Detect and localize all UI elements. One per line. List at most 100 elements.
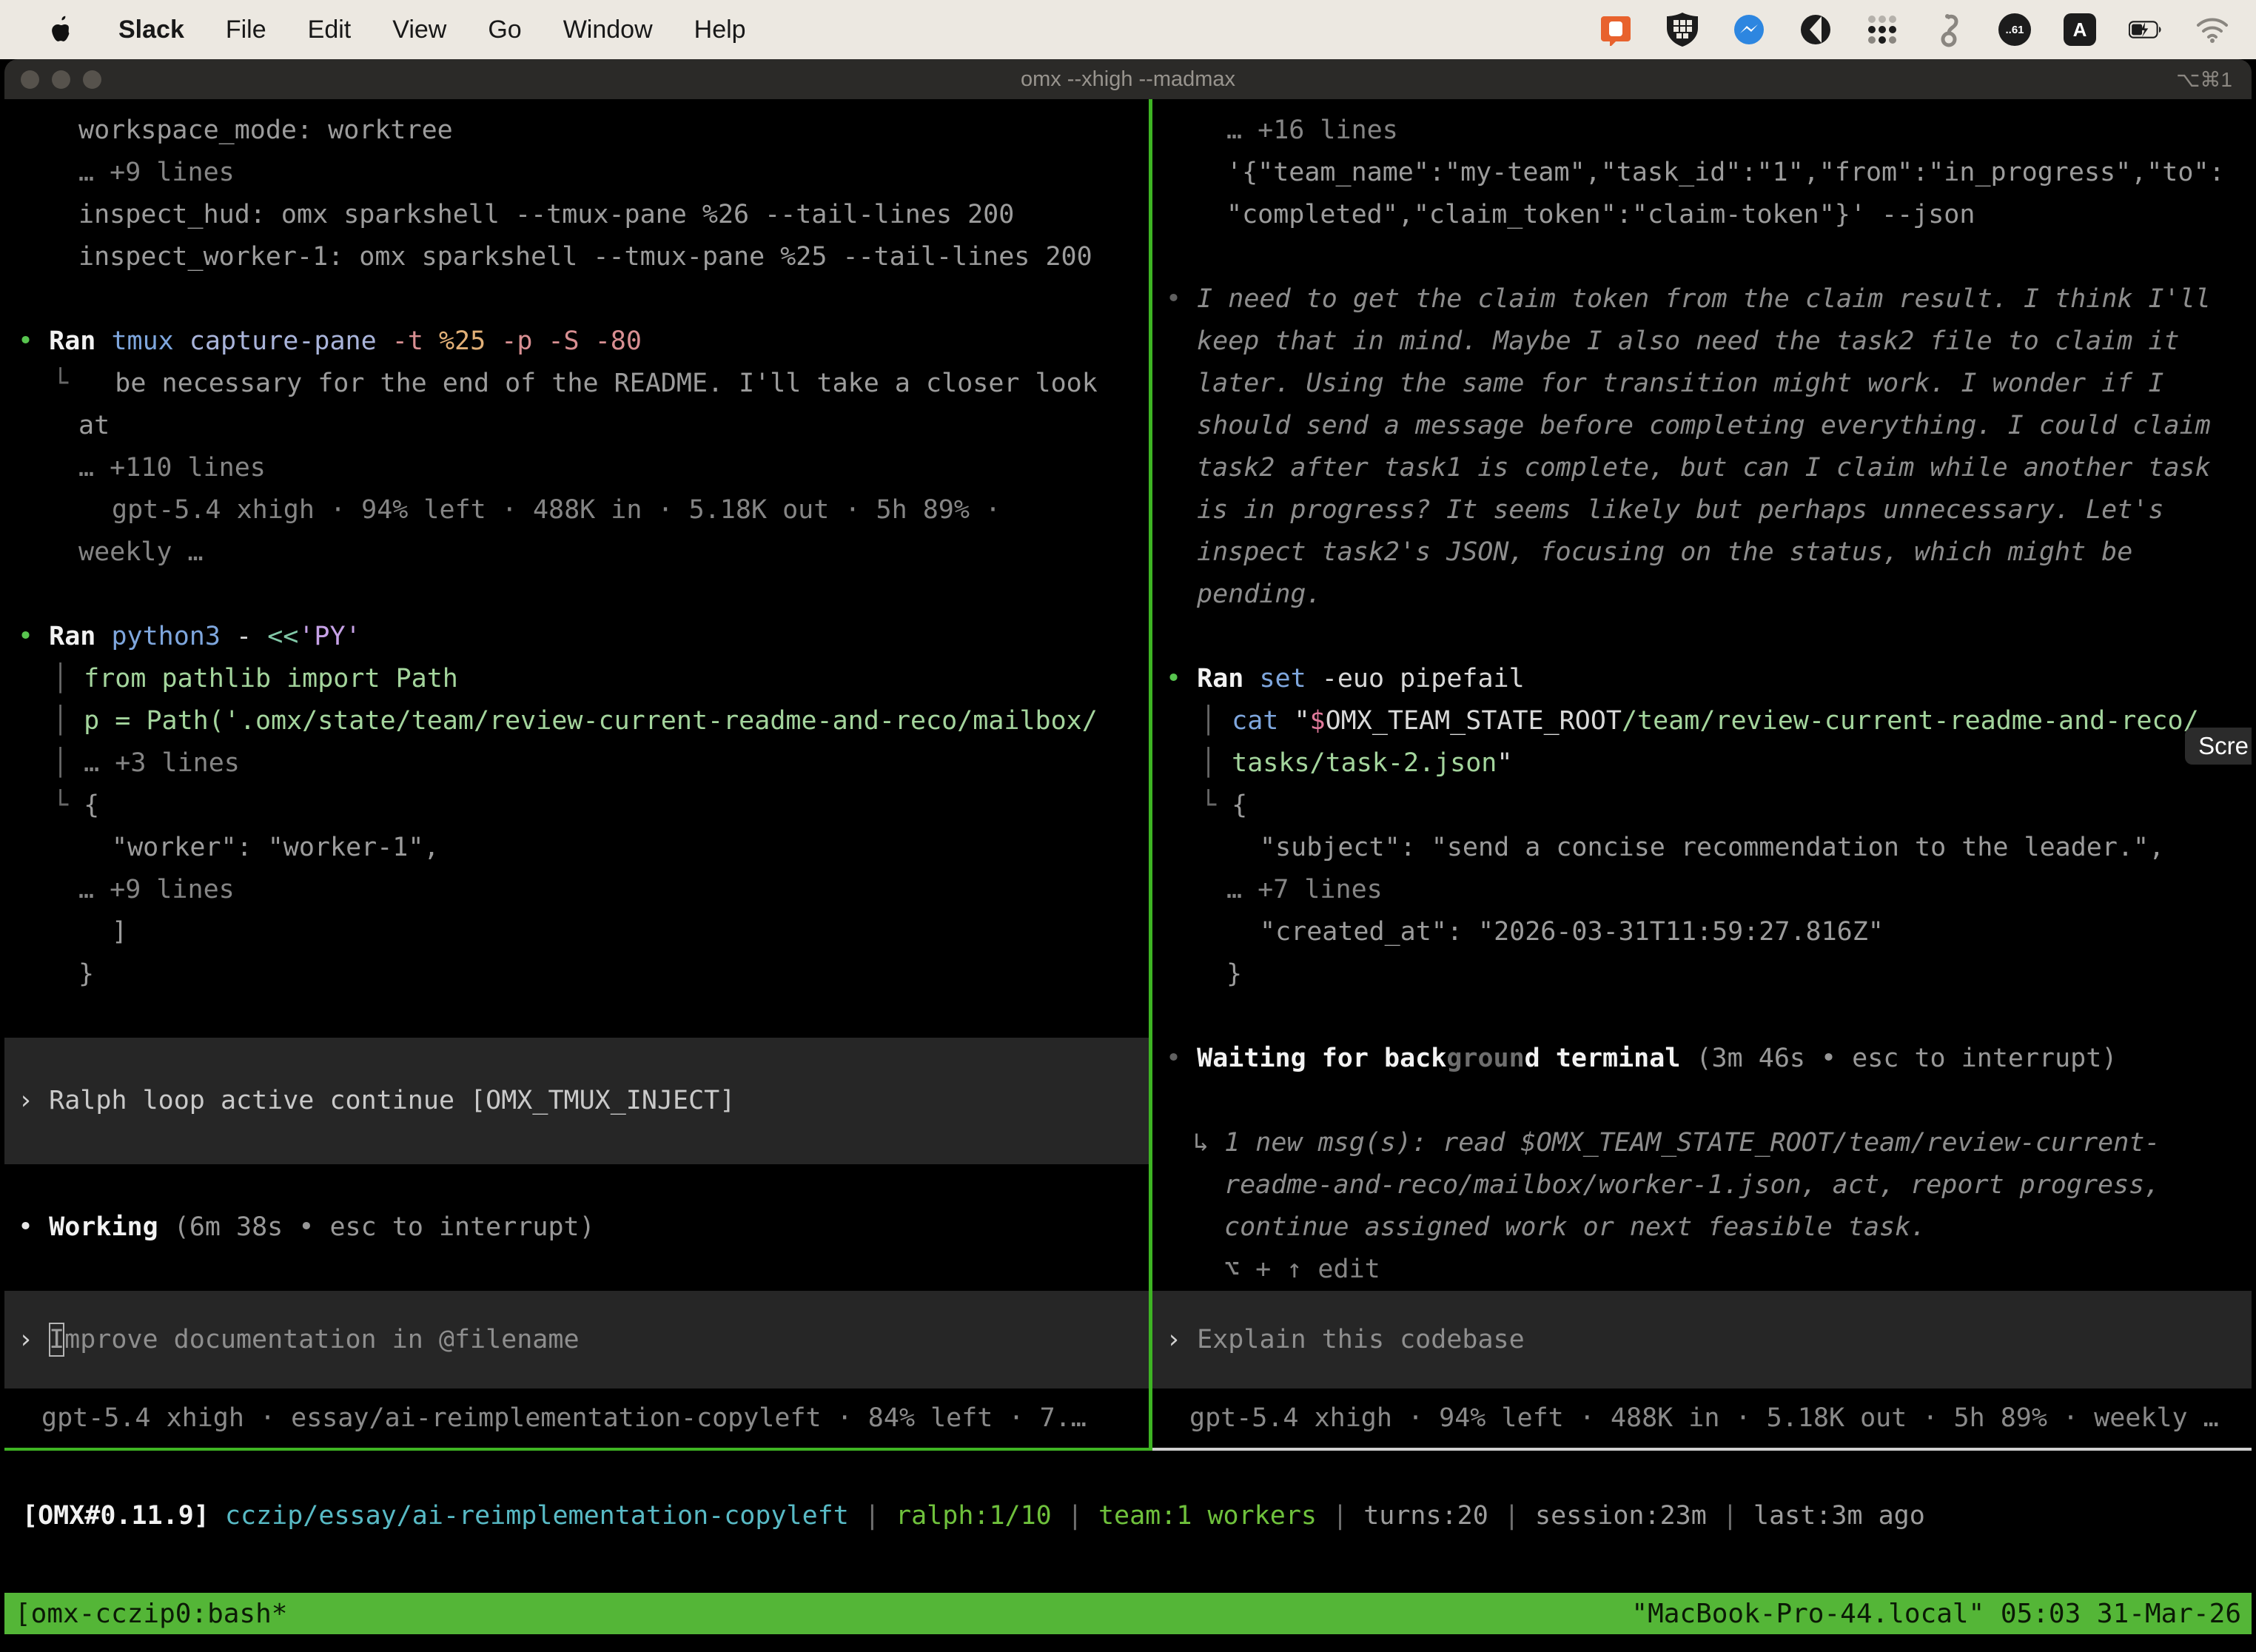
snake-icon[interactable] — [1932, 13, 1966, 47]
terminal-window: omx --xhigh --madmax ⌥⌘1 workspace_mode:… — [4, 59, 2252, 1652]
blank-row — [1152, 236, 2252, 278]
apple-icon[interactable] — [43, 13, 77, 47]
right-prompt-input[interactable]: › Explain this codebase — [1152, 1291, 2252, 1389]
blank-row — [4, 574, 1149, 616]
text-segment: last:3m ago — [1753, 1501, 1925, 1531]
prompt-chevron-icon: › — [1166, 1325, 1197, 1354]
text-segment: - — [236, 622, 267, 651]
text-segment: " — [1497, 748, 1512, 778]
count-badge[interactable]: ..61 — [1998, 13, 2031, 46]
terminal-row: "subject": "send a concise recommendatio… — [1152, 827, 2252, 869]
terminal-row: └ be necessary for the end of the README… — [4, 363, 1149, 405]
terminal-row: is in progress? It seems likely but perh… — [1152, 489, 2252, 531]
pane-container: workspace_mode: worktree… +9 linesinspec… — [4, 99, 2252, 1451]
terminal-row: } — [1152, 953, 2252, 995]
terminal-row: "completed","claim_token":"claim-token"}… — [1152, 194, 2252, 236]
menu-status-icons: ..61 A — [1599, 13, 2256, 47]
text-segment: | — [1317, 1501, 1363, 1531]
text-segment: continue assigned work or next feasible … — [1224, 1212, 1926, 1242]
left-pane-content: workspace_mode: worktree… +9 linesinspec… — [4, 110, 1149, 1249]
blank-row — [4, 278, 1149, 320]
terminal-row: … +7 lines — [1152, 869, 2252, 911]
text-segment: tmux — [111, 326, 189, 356]
text-segment: ] — [112, 917, 127, 947]
right-pane-content: … +16 lines '{"team_name":"my-team","task… — [1152, 110, 2252, 1291]
menu-item-edit[interactable]: Edit — [308, 16, 352, 44]
blank-row — [1152, 1080, 2252, 1122]
terminal-row: "created_at": "2026-03-31T11:59:27.816Z" — [1152, 911, 2252, 953]
prompt-placeholder: Explain this codebase — [1197, 1325, 1525, 1354]
text-segment: │ — [53, 748, 84, 778]
terminal-row: gpt-5.4 xhigh · 94% left · 488K in · 5.1… — [4, 489, 1149, 531]
text-segment: d terminal — [1525, 1044, 1681, 1073]
window-titlebar[interactable]: omx --xhigh --madmax ⌥⌘1 — [4, 59, 2252, 99]
blank-row — [4, 995, 1149, 1038]
text-segment: (3m 46s • esc to interrupt) — [1680, 1044, 2117, 1073]
text-segment: | — [1707, 1501, 1753, 1531]
right-terminal-pane[interactable]: … +16 lines '{"team_name":"my-team","task… — [1152, 99, 2252, 1451]
battery-icon[interactable] — [2129, 13, 2163, 47]
text-segment: later. Using the same for transition mig… — [1197, 369, 2163, 398]
text-segment: p = Path('.omx/state/team/review-current… — [84, 706, 1098, 736]
text-segment: | — [849, 1501, 896, 1531]
text-segment: I need to get the claim token from the c… — [1197, 284, 2211, 314]
menu-item-file[interactable]: File — [226, 16, 266, 44]
terminal-row: … +9 lines — [4, 869, 1149, 911]
text-segment: { — [1232, 790, 1247, 820]
text-segment: -euo pipefail — [1322, 664, 1525, 694]
tmux-session-label: [omx-cczip0:bash* — [15, 1599, 287, 1629]
text-segment: task2 after task1 is complete, but can I… — [1197, 453, 2211, 483]
left-terminal-pane[interactable]: workspace_mode: worktree… +9 linesinspec… — [4, 99, 1149, 1451]
menu-item-go[interactable]: Go — [488, 16, 521, 44]
text-cursor: I — [49, 1323, 64, 1357]
terminal-row: ⌥ + ↑ edit — [1152, 1249, 2252, 1291]
terminal-row: ↳ 1 new msg(s): read $OMX_TEAM_STATE_ROO… — [1152, 1122, 2252, 1164]
text-segment: • — [18, 326, 49, 356]
keypad-shield-icon[interactable] — [1665, 13, 1699, 47]
text-segment: 1 new msg(s): read $OMX_TEAM_STATE_ROOT/… — [1224, 1128, 2160, 1158]
text-segment: │ — [1201, 706, 1232, 736]
messenger-icon[interactable] — [1732, 13, 1766, 47]
text-segment: groun — [1446, 1044, 1524, 1073]
text-segment: "subject": "send a concise recommendatio… — [1260, 833, 2164, 862]
terminal-row: … +16 lines — [1152, 110, 2252, 152]
text-segment: python3 — [111, 622, 236, 651]
text-segment: inspect task2's JSON, focusing on the st… — [1197, 537, 2132, 567]
terminal-row: • I need to get the claim token from the… — [1152, 278, 2252, 320]
blank-row — [4, 1122, 1149, 1164]
text-segment: └ — [53, 369, 115, 398]
text-segment: … +16 lines — [1226, 115, 1398, 145]
kagi-icon[interactable] — [1799, 13, 1833, 47]
text-segment: "completed","claim_token":"claim-token"}… — [1226, 200, 1975, 229]
text-segment: '{"team_name":"my-team","task_id":"1","f… — [1226, 158, 2225, 187]
terminal-row: └ { — [1152, 785, 2252, 827]
blank-row — [1152, 995, 2252, 1038]
input-source-badge[interactable]: A — [2064, 13, 2096, 46]
menu-app-name[interactable]: Slack — [118, 16, 184, 44]
macos-menu-bar: Slack File Edit View Go Window Help ..61… — [0, 0, 2256, 59]
text-segment: set — [1259, 664, 1321, 694]
screen-record-icon[interactable] — [1599, 13, 1633, 47]
text-segment: tasks/task-2.json — [1232, 748, 1497, 778]
terminal-row: pending. — [1152, 574, 2252, 616]
text-segment: " — [1294, 706, 1309, 736]
text-segment: "created_at": "2026-03-31T11:59:27.816Z" — [1260, 917, 1884, 947]
text-segment: • — [1166, 664, 1197, 694]
terminal-row: task2 after task1 is complete, but can I… — [1152, 447, 2252, 489]
terminal-row: readme-and-reco/mailbox/worker-1.json, a… — [1152, 1164, 2252, 1206]
left-prompt-input[interactable]: › Improve documentation in @filename — [4, 1291, 1149, 1389]
text-segment: | — [1488, 1501, 1535, 1531]
right-pane-bottom: › Explain this codebase gpt-5.4 xhigh · … — [1152, 1291, 2252, 1448]
text-segment: capture-pane — [189, 326, 392, 356]
text-segment: 'PY' — [298, 622, 360, 651]
menu-item-help[interactable]: Help — [694, 16, 746, 44]
terminal-row: ] — [4, 911, 1149, 953]
wifi-icon[interactable] — [2195, 13, 2229, 47]
menu-item-window[interactable]: Window — [563, 16, 653, 44]
dots-grid-icon[interactable] — [1865, 13, 1899, 47]
text-segment: └ — [53, 790, 84, 820]
menu-item-view[interactable]: View — [392, 16, 446, 44]
text-segment: … +3 lines — [84, 748, 240, 778]
terminal-row: • Waiting for background terminal (3m 46… — [1152, 1038, 2252, 1080]
terminal-row: • Ran tmux capture-pane -t %25 -p -S -80 — [4, 320, 1149, 363]
